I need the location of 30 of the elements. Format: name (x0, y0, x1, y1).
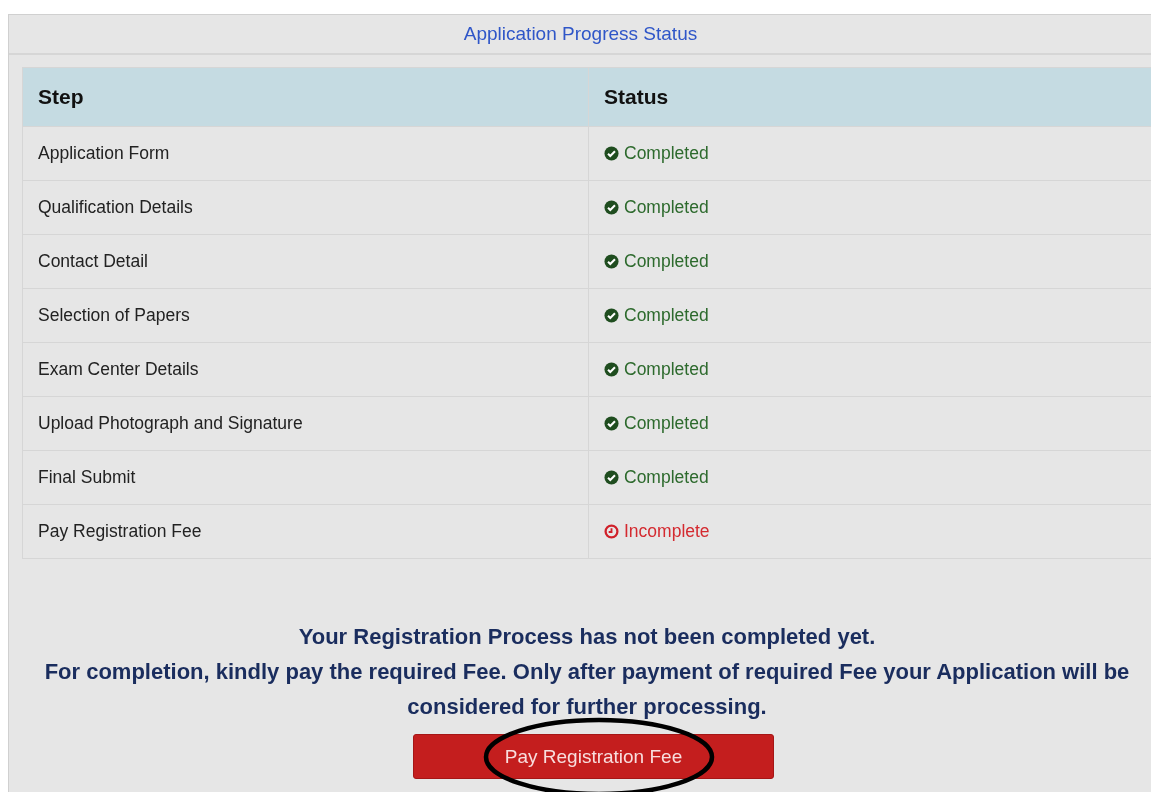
status-text: Completed (624, 413, 709, 433)
table-cell: Upload Photograph and Signature (22, 396, 589, 451)
table-cell: Pay Registration Fee (22, 504, 589, 559)
table-cell: Exam Center Details (22, 342, 589, 397)
table-cell: Final Submit (22, 450, 589, 505)
status-text: Incomplete (624, 521, 710, 541)
notice-text: Your Registration Process has not been completed yet. (297, 623, 877, 651)
status-text: Completed (624, 251, 709, 271)
status-text: Completed (624, 359, 709, 379)
check-circle-icon (604, 200, 619, 215)
status-text: Completed (624, 467, 709, 487)
check-circle-icon (604, 254, 619, 269)
status-text: Completed (624, 197, 709, 217)
check-circle-icon (604, 308, 619, 323)
status-text: Completed (624, 305, 709, 325)
check-circle-icon (604, 146, 619, 161)
column-header: Status (588, 67, 1151, 127)
clock-icon (604, 524, 619, 539)
table-cell: Qualification Details (22, 180, 589, 235)
notice-text: For completion, kindly pay the required Fee. Only after payment of required Fee your Application will be considered for further processing. (43, 658, 1131, 721)
check-circle-icon (604, 416, 619, 431)
table-cell: Contact Detail (22, 234, 589, 289)
check-circle-icon (604, 362, 619, 377)
status-text: Completed (624, 143, 709, 163)
pay-button[interactable]: Pay Registration Fee (413, 734, 774, 779)
column-header: Step (22, 67, 589, 127)
table-cell: Selection of Papers (22, 288, 589, 343)
check-circle-icon (604, 470, 619, 485)
panel-title: Application Progress Status (463, 23, 698, 45)
table-cell: Application Form (22, 126, 589, 181)
